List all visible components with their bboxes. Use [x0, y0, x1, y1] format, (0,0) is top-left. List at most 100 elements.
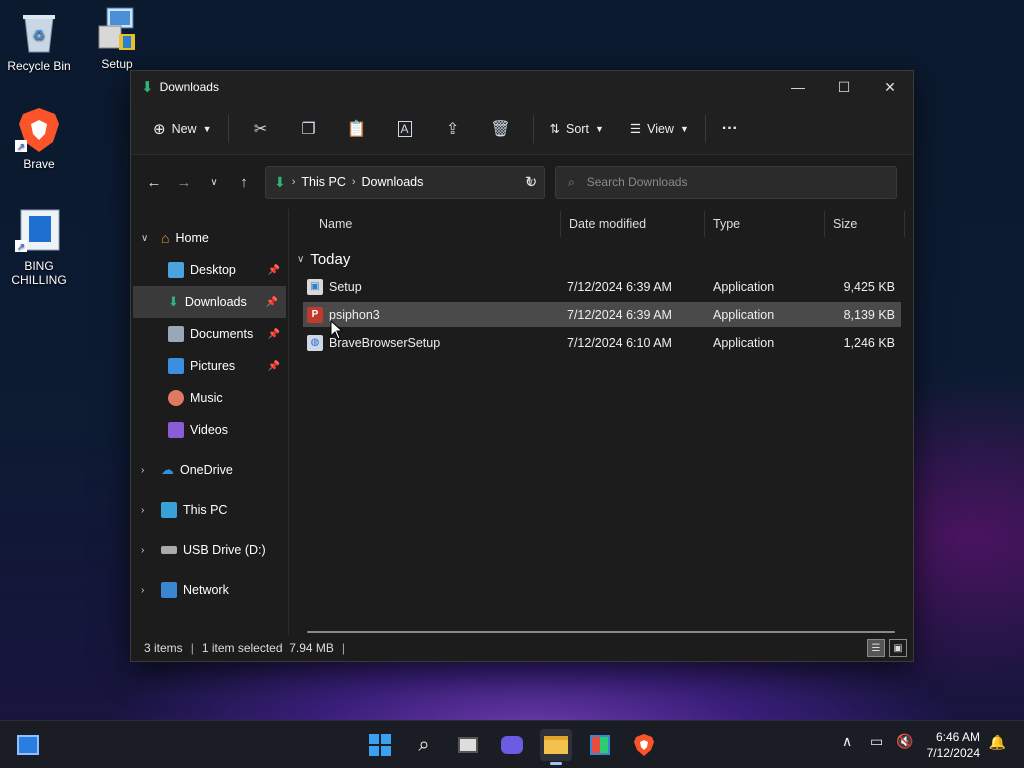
new-button-label: New: [171, 121, 197, 136]
chat-button[interactable]: [496, 729, 528, 761]
see-more-button[interactable]: ···: [714, 113, 746, 145]
chevron-right-icon: ›: [141, 544, 145, 556]
store-button[interactable]: [584, 729, 616, 761]
forward-button[interactable]: →: [169, 167, 199, 197]
nav-home[interactable]: ∨ ⌂ Home: [131, 222, 288, 254]
nav-music-label: Music: [190, 391, 223, 405]
music-folder-icon: [168, 390, 184, 406]
column-header-name[interactable]: Name: [311, 211, 561, 237]
minimize-button[interactable]: —: [775, 71, 821, 103]
close-button[interactable]: ✕: [867, 71, 913, 103]
start-button[interactable]: [364, 729, 396, 761]
system-clock[interactable]: 6:46 AM 7/12/2024: [927, 729, 980, 761]
desktop-icon-recycle-bin[interactable]: ♻ Recycle Bin: [1, 8, 77, 74]
recent-locations-button[interactable]: ∨: [199, 167, 229, 197]
new-button[interactable]: ⊕ New ▼: [145, 113, 220, 145]
arrow-left-icon: ←: [146, 173, 162, 191]
nav-documents[interactable]: Documents 📌: [131, 318, 288, 350]
status-divider: |: [341, 641, 346, 655]
desktop-icon-setup[interactable]: Setup: [79, 6, 155, 72]
volume-muted-icon[interactable]: 🔇: [896, 733, 913, 750]
file-row-selected[interactable]: P psiphon3 7/12/2024 6:39 AM Application…: [303, 302, 901, 327]
command-bar: ⊕ New ▼ ✂ ❐ 📋 A ⇪ 🗑 ⇅ Sort ▼ ☰ View ▼ ··…: [131, 103, 913, 155]
copy-icon: ❐: [301, 120, 316, 138]
details-view-toggle[interactable]: ☰: [867, 639, 885, 657]
network-status-icon[interactable]: ▭: [870, 733, 883, 750]
file-date: 7/12/2024 6:10 AM: [567, 335, 672, 350]
file-explorer-taskbar-button[interactable]: [540, 729, 572, 765]
share-button[interactable]: ⇪: [429, 113, 477, 145]
horizontal-scrollbar[interactable]: [307, 631, 895, 633]
task-view-button[interactable]: [452, 729, 484, 761]
navigation-row: ← → ∨ ↑ ⬇ › This PC › Downloads ∨ ↻ ⌕ Se…: [131, 155, 913, 209]
file-date: 7/12/2024 6:39 AM: [567, 307, 672, 322]
group-header-today[interactable]: ∨ Today: [289, 247, 913, 271]
breadcrumb-downloads[interactable]: Downloads: [362, 175, 424, 189]
nav-videos[interactable]: Videos: [131, 414, 288, 446]
file-row[interactable]: ◍ BraveBrowserSetup 7/12/2024 6:10 AM Ap…: [303, 330, 901, 355]
widgets-button[interactable]: [12, 729, 44, 761]
tiles-view-icon: ▣: [893, 642, 903, 654]
nav-pictures[interactable]: Pictures 📌: [131, 350, 288, 382]
chevron-right-icon: ›: [141, 464, 145, 476]
show-hidden-icons-button[interactable]: ∧: [842, 733, 852, 750]
delete-button[interactable]: 🗑: [477, 113, 525, 145]
nav-music[interactable]: Music: [131, 382, 288, 414]
nav-usb-drive[interactable]: › USB Drive (D:): [131, 534, 288, 566]
column-headers: Name Date modified Type Size: [289, 209, 913, 239]
maximize-button[interactable]: ☐: [821, 71, 867, 103]
refresh-button[interactable]: ↻: [516, 167, 546, 197]
nav-onedrive-label: OneDrive: [180, 463, 233, 477]
file-row[interactable]: ▣ Setup 7/12/2024 6:39 AM Application 9,…: [303, 274, 901, 299]
chevron-down-icon: ▼: [202, 123, 212, 134]
nav-usb-drive-label: USB Drive (D:): [183, 543, 266, 557]
address-bar[interactable]: ⬇ › This PC › Downloads ∨: [265, 165, 545, 199]
column-header-size[interactable]: Size: [825, 211, 905, 237]
notifications-button[interactable]: 🔔: [989, 734, 1006, 751]
arrow-up-icon: ↑: [240, 173, 248, 191]
nav-network-label: Network: [183, 583, 229, 597]
sort-button[interactable]: ⇅ Sort ▼: [542, 113, 612, 145]
column-header-type[interactable]: Type: [705, 211, 825, 237]
psiphon-icon: P: [307, 306, 323, 323]
file-size: 8,139 KB: [843, 307, 895, 322]
up-button[interactable]: ↑: [229, 167, 259, 197]
brave-icon: [634, 734, 654, 756]
desktop-icon-label: BING CHILLING: [11, 259, 67, 287]
nav-documents-label: Documents: [190, 327, 254, 341]
search-button[interactable]: ⌕: [408, 729, 440, 761]
brave-taskbar-button[interactable]: [628, 729, 660, 761]
breadcrumb-this-pc[interactable]: This PC: [301, 175, 345, 189]
nav-downloads-label: Downloads: [184, 295, 247, 309]
chevron-down-icon: ∨: [210, 176, 218, 188]
desktop-icon-brave[interactable]: ↗ Brave: [1, 106, 77, 172]
clock-date: 7/12/2024: [926, 746, 980, 760]
notification-bell-icon: 🔔: [988, 734, 1006, 750]
nav-onedrive[interactable]: › ☁ OneDrive: [131, 454, 288, 486]
nav-videos-label: Videos: [190, 423, 228, 437]
setup-app-icon: ▣: [307, 278, 323, 295]
column-header-date[interactable]: Date modified: [561, 211, 705, 237]
nav-this-pc[interactable]: › This PC: [131, 494, 288, 526]
status-divider: |: [190, 641, 194, 655]
nav-downloads[interactable]: ⬇ Downloads 📌: [133, 286, 286, 318]
paste-button[interactable]: 📋: [333, 113, 381, 145]
search-icon: ⌕: [418, 733, 430, 756]
copy-button[interactable]: ❐: [285, 113, 333, 145]
view-button[interactable]: ☰ View ▼: [622, 113, 697, 145]
file-type: Application: [713, 307, 775, 322]
search-box[interactable]: ⌕ Search Downloads: [555, 165, 897, 199]
nav-home-label: Home: [175, 231, 209, 245]
large-icons-view-toggle[interactable]: ▣: [889, 639, 907, 657]
taskbar: ⌕ ∧ ▭ 🔇 6:46 AM 7/12/2024 🔔: [0, 720, 1024, 768]
nav-network[interactable]: › Network: [131, 574, 288, 606]
desktop-icon-bing-chilling[interactable]: ↗ BING CHILLING: [1, 208, 77, 288]
back-button[interactable]: ←: [139, 167, 169, 197]
file-size: 1,246 KB: [843, 335, 895, 350]
cut-button[interactable]: ✂: [237, 113, 285, 145]
nav-desktop[interactable]: Desktop 📌: [131, 254, 288, 286]
rename-button[interactable]: A: [381, 113, 429, 145]
refresh-icon: ↻: [524, 174, 538, 191]
download-arrow-icon: ⬇: [141, 79, 154, 96]
title-bar[interactable]: ⬇ Downloads — ☐ ✕: [131, 71, 913, 103]
